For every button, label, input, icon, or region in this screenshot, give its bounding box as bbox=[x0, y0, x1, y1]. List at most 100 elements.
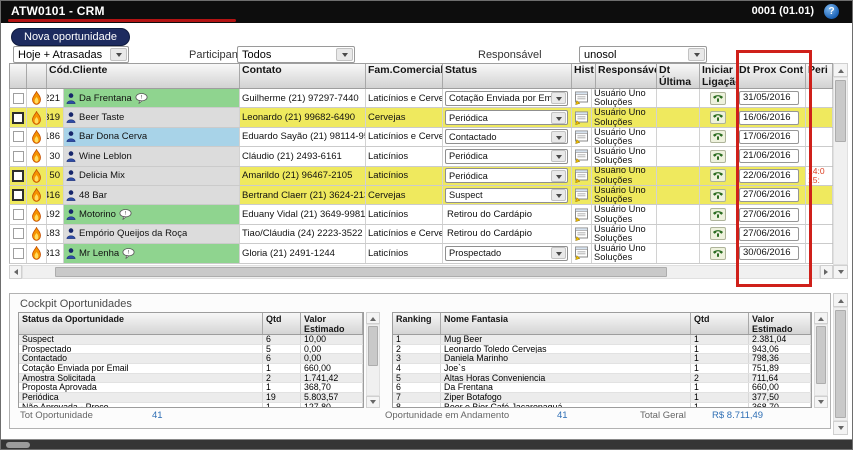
chevron-down-icon[interactable] bbox=[551, 189, 566, 202]
client-cell[interactable]: Delicia Mix bbox=[64, 166, 240, 185]
scroll-thumb[interactable] bbox=[368, 326, 378, 366]
chevron-down-icon[interactable] bbox=[688, 48, 705, 61]
scroll-down-button[interactable] bbox=[833, 421, 848, 435]
chevron-down-icon[interactable] bbox=[336, 48, 353, 61]
row-checkbox[interactable] bbox=[12, 247, 24, 259]
header-iniciar-ligacao[interactable]: Iniciar Ligação bbox=[700, 64, 737, 88]
history-icon[interactable] bbox=[574, 149, 589, 164]
next-contact-date-input[interactable]: 16/06/2016 bbox=[739, 110, 799, 125]
history-icon[interactable] bbox=[574, 208, 589, 222]
history-icon[interactable] bbox=[574, 169, 589, 183]
scroll-up-button[interactable] bbox=[814, 312, 828, 324]
person-icon[interactable] bbox=[66, 209, 76, 220]
scroll-thumb[interactable] bbox=[835, 310, 846, 418]
header-dt-ultima-ligacao[interactable]: Dt Última Ligação bbox=[657, 64, 700, 88]
start-call-icon[interactable] bbox=[710, 227, 726, 241]
history-icon[interactable] bbox=[574, 130, 589, 144]
scroll-track[interactable] bbox=[833, 77, 848, 265]
period-filter-select[interactable]: Hoje + Atrasadas bbox=[13, 46, 129, 63]
start-call-icon[interactable] bbox=[710, 188, 726, 202]
client-cell[interactable]: Motorino ! bbox=[64, 205, 240, 224]
person-icon[interactable] bbox=[66, 248, 76, 259]
status-select[interactable]: Periódica bbox=[445, 110, 568, 126]
row-checkbox[interactable] bbox=[12, 92, 24, 104]
header-cod-cliente[interactable]: Cód.Cliente bbox=[47, 64, 240, 88]
start-call-icon[interactable] bbox=[710, 91, 726, 105]
client-cell[interactable]: Beer Taste bbox=[64, 108, 240, 127]
next-contact-date-input[interactable]: 31/05/2016 bbox=[739, 91, 799, 106]
next-contact-date-input[interactable]: 30/06/2016 bbox=[739, 246, 799, 261]
header-dt-prox-cont[interactable]: Dt Prox Cont bbox=[737, 64, 806, 88]
client-cell[interactable]: Wine Leblon bbox=[64, 147, 240, 166]
scroll-right-button[interactable] bbox=[820, 265, 833, 279]
client-cell[interactable]: Da Frentana ! bbox=[64, 89, 240, 108]
next-contact-date-input[interactable]: 27/06/2016 bbox=[739, 188, 799, 203]
row-checkbox[interactable] bbox=[12, 209, 24, 221]
start-call-icon[interactable] bbox=[710, 246, 726, 260]
chevron-down-icon[interactable] bbox=[551, 247, 566, 260]
person-icon[interactable] bbox=[66, 228, 76, 240]
row-checkbox[interactable] bbox=[12, 111, 24, 124]
status-select[interactable]: Cotação Enviada por Email bbox=[445, 90, 568, 106]
chevron-down-icon[interactable] bbox=[551, 130, 566, 143]
status-select[interactable]: Suspect bbox=[445, 187, 568, 203]
scroll-thumb[interactable] bbox=[835, 80, 846, 142]
header-status[interactable]: Status bbox=[443, 64, 572, 88]
history-icon[interactable] bbox=[574, 111, 589, 125]
status-select[interactable]: Contactado bbox=[445, 129, 568, 145]
scroll-thumb[interactable] bbox=[816, 326, 826, 384]
header-fam-comercial[interactable]: Fam.Comercial bbox=[366, 64, 443, 88]
responsible-select[interactable]: unosol bbox=[579, 46, 707, 63]
status-select[interactable]: Periódica bbox=[445, 148, 568, 164]
scroll-up-button[interactable] bbox=[833, 293, 848, 307]
start-call-icon[interactable] bbox=[710, 169, 726, 183]
history-icon[interactable] bbox=[574, 91, 589, 106]
start-call-icon[interactable] bbox=[710, 130, 726, 144]
next-contact-date-input[interactable]: 17/06/2016 bbox=[739, 129, 799, 144]
scroll-track[interactable] bbox=[22, 265, 820, 279]
row-checkbox[interactable] bbox=[12, 131, 24, 143]
person-icon[interactable] bbox=[66, 92, 76, 104]
row-checkbox[interactable] bbox=[12, 228, 24, 240]
scroll-track[interactable] bbox=[814, 324, 828, 396]
row-checkbox[interactable] bbox=[12, 150, 24, 162]
scroll-track[interactable] bbox=[833, 307, 848, 421]
scroll-down-button[interactable] bbox=[366, 396, 380, 408]
participant-select[interactable]: Todos bbox=[237, 46, 355, 63]
chevron-down-icon[interactable] bbox=[551, 150, 566, 163]
person-icon[interactable] bbox=[66, 151, 76, 162]
client-cell[interactable]: Empório Queijos da Roça bbox=[64, 224, 240, 244]
person-icon[interactable] bbox=[66, 189, 76, 201]
history-icon[interactable] bbox=[574, 246, 589, 261]
status-select[interactable]: Prospectado bbox=[445, 245, 568, 261]
start-call-icon[interactable] bbox=[710, 208, 726, 222]
header-contato[interactable]: Contato bbox=[240, 64, 366, 88]
scroll-down-button[interactable] bbox=[814, 396, 828, 408]
scroll-down-button[interactable] bbox=[833, 265, 848, 279]
chevron-down-icon[interactable] bbox=[110, 48, 127, 61]
next-contact-date-input[interactable]: 27/06/2016 bbox=[739, 207, 799, 222]
scroll-left-button[interactable] bbox=[9, 265, 22, 279]
person-icon[interactable] bbox=[66, 131, 76, 143]
help-icon[interactable]: ? bbox=[824, 4, 839, 19]
header-responsavel[interactable]: Responsável bbox=[596, 64, 657, 88]
scroll-up-button[interactable] bbox=[833, 63, 848, 77]
next-contact-date-input[interactable]: 22/06/2016 bbox=[739, 168, 799, 183]
person-icon[interactable] bbox=[66, 112, 76, 123]
header-hist[interactable]: Hist bbox=[572, 64, 596, 88]
next-contact-date-input[interactable]: 21/06/2016 bbox=[739, 149, 799, 164]
header-periodo[interactable]: Peri bbox=[806, 64, 833, 88]
start-call-icon[interactable] bbox=[710, 111, 726, 125]
history-icon[interactable] bbox=[574, 227, 589, 241]
status-select[interactable]: Periódica bbox=[445, 168, 568, 184]
history-icon[interactable] bbox=[574, 188, 589, 203]
person-icon[interactable] bbox=[66, 170, 76, 182]
chevron-down-icon[interactable] bbox=[551, 92, 566, 105]
start-call-icon[interactable] bbox=[710, 149, 726, 163]
client-cell[interactable]: Mr Lenha ! bbox=[64, 244, 240, 263]
chevron-down-icon[interactable] bbox=[551, 169, 566, 182]
client-cell[interactable]: Bar Dona Cerva bbox=[64, 127, 240, 147]
scroll-track[interactable] bbox=[366, 324, 380, 396]
next-contact-date-input[interactable]: 27/06/2016 bbox=[739, 226, 799, 241]
client-cell[interactable]: 48 Bar bbox=[64, 185, 240, 205]
